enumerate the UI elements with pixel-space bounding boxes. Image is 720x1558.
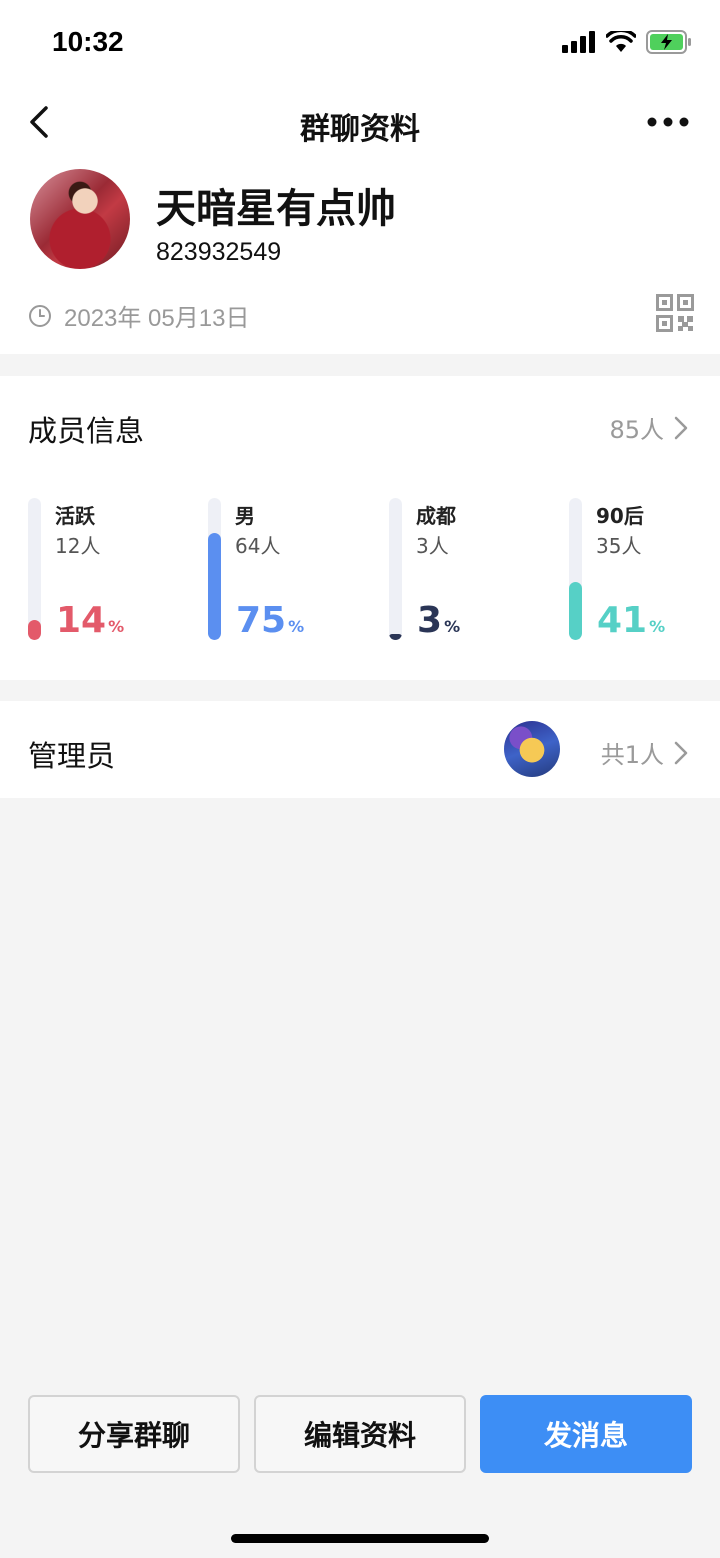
- chevron-right-icon: [674, 741, 688, 764]
- more-dots-icon: [647, 117, 689, 127]
- stat-track: [389, 498, 402, 640]
- stat-city: 成都 3人 3%: [389, 496, 559, 641]
- admin-count: 共1人: [600, 741, 664, 769]
- status-bar: 10:32: [0, 0, 720, 86]
- stat-count: 3人: [416, 534, 449, 558]
- stat-percent: 3%: [417, 600, 461, 641]
- bottom-action-bar: 分享群聊 编辑资料 发消息: [0, 1366, 720, 1558]
- nav-bar: 群聊资料: [0, 86, 720, 158]
- stat-count: 64人: [235, 534, 281, 558]
- qr-code-icon: [656, 294, 694, 332]
- created-date: 2023年 05月13日: [64, 305, 250, 332]
- stat-track: [208, 498, 221, 640]
- status-time: 10:32: [52, 26, 124, 57]
- stat-count: 12人: [55, 534, 101, 558]
- admins-row[interactable]: 管理员 共1人: [0, 701, 720, 798]
- stat-label: 活跃: [55, 504, 95, 528]
- status-icons: [562, 30, 692, 54]
- stat-label: 成都: [416, 504, 456, 528]
- admins-title: 管理员: [28, 739, 116, 773]
- edit-profile-button[interactable]: 编辑资料: [254, 1395, 466, 1473]
- stat-male: 男 64人 75%: [208, 496, 378, 641]
- stat-bar: [208, 533, 221, 640]
- member-info-section: 成员信息 85人 活跃 12人 14% 男 64人 75% 成都 3人 3% 9…: [0, 376, 720, 680]
- member-count: 85人: [609, 416, 664, 444]
- clock-icon: [29, 304, 51, 327]
- wifi-icon: [606, 31, 636, 52]
- stat-percent: 41%: [597, 600, 666, 641]
- signal-icon: [562, 31, 595, 53]
- stat-label: 男: [235, 504, 255, 528]
- stat-track: [28, 498, 41, 640]
- more-button[interactable]: [646, 104, 690, 140]
- stat-bar: [28, 620, 41, 640]
- home-indicator: [231, 1534, 489, 1543]
- group-name: 天暗星有点帅: [156, 186, 396, 232]
- page-title: 群聊资料: [300, 112, 420, 147]
- group-avatar[interactable]: [30, 169, 130, 269]
- send-message-button[interactable]: 发消息: [480, 1395, 692, 1473]
- stat-label: 90后: [596, 504, 644, 528]
- stat-percent: 75%: [236, 600, 305, 641]
- stat-active: 活跃 12人 14%: [28, 496, 198, 641]
- stat-count: 35人: [596, 534, 642, 558]
- stat-bar: [569, 582, 582, 640]
- chevron-right-icon: [674, 416, 688, 439]
- created-date-row: 2023年 05月13日: [28, 298, 249, 333]
- stat-bar: [389, 634, 402, 640]
- stat-track: [569, 498, 582, 640]
- battery-charging-icon: [646, 30, 691, 54]
- member-info-title: 成员信息: [28, 414, 145, 448]
- admin-count-button[interactable]: 共1人: [601, 735, 688, 770]
- qr-code-button[interactable]: [656, 294, 694, 332]
- admin-avatar: [504, 721, 560, 777]
- share-group-button[interactable]: 分享群聊: [28, 1395, 240, 1473]
- group-profile: 天暗星有点帅 823932549 2023年 05月13日: [0, 158, 720, 354]
- stat-age: 90后 35人 41%: [569, 496, 720, 641]
- member-count-button[interactable]: 85人: [609, 410, 688, 445]
- stat-percent: 14%: [56, 600, 125, 641]
- group-id: 823932549: [156, 238, 282, 266]
